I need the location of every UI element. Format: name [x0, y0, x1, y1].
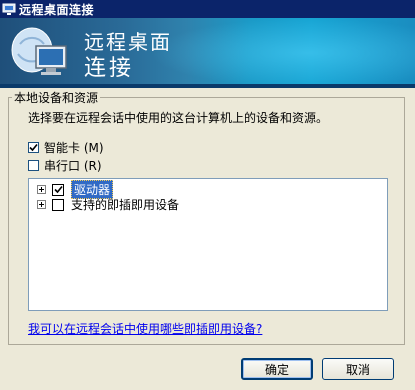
window-title: 远程桌面连接 — [19, 2, 95, 17]
drives-checkbox[interactable] — [52, 183, 64, 196]
cancel-button[interactable]: 取消 — [322, 358, 394, 380]
expand-icon[interactable] — [37, 200, 46, 209]
tree-item-drives[interactable]: 驱动器 — [37, 180, 114, 199]
group-description: 选择要在远程会话中使用的这台计算机上的设备和资源。 — [28, 111, 329, 125]
serial-port-label: 串行口 (R) — [44, 159, 102, 173]
checkmark-icon — [53, 185, 63, 194]
tree-item-pnp-devices[interactable]: 支持的即插即用设备 — [37, 197, 179, 212]
serial-port-option[interactable]: 串行口 (R) — [28, 157, 102, 174]
serial-port-checkbox[interactable] — [28, 160, 39, 171]
banner-title-line2: 连接 — [84, 56, 135, 81]
smartcard-option[interactable]: 智能卡 (M) — [28, 139, 104, 156]
banner: 远程桌面 连接 — [0, 18, 415, 88]
pnp-devices-checkbox[interactable] — [52, 198, 64, 211]
remote-desktop-icon — [11, 27, 67, 75]
ok-button[interactable]: 确定 — [241, 358, 313, 380]
smartcard-checkbox[interactable] — [28, 142, 39, 153]
pnp-devices-label[interactable]: 支持的即插即用设备 — [71, 196, 179, 213]
device-tree[interactable]: 驱动器 支持的即插即用设备 — [28, 178, 388, 311]
banner-stripe — [0, 84, 415, 88]
checkmark-icon — [29, 143, 38, 152]
expand-icon[interactable] — [37, 185, 46, 194]
computer-icon — [2, 3, 16, 16]
pnp-help-link[interactable]: 我可以在远程会话中使用哪些即插即用设备? — [28, 320, 262, 337]
title-bar[interactable]: 远程桌面连接 — [0, 0, 415, 18]
banner-glow — [150, 18, 415, 88]
group-legend: 本地设备和资源 — [12, 89, 101, 106]
smartcard-label: 智能卡 (M) — [44, 141, 104, 155]
